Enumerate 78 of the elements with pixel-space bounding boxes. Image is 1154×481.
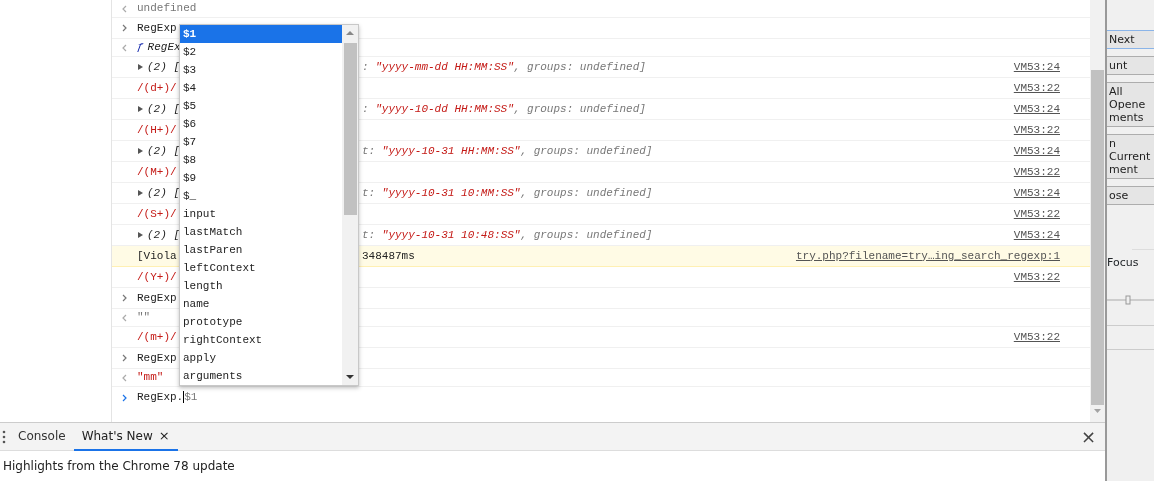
source-link[interactable]: VM53:22 xyxy=(1013,205,1060,223)
source-link[interactable]: VM53:24 xyxy=(1013,226,1060,244)
log-text: RegExp xyxy=(137,20,177,36)
source-link[interactable]: VM53:22 xyxy=(1013,79,1060,97)
suggestion-item[interactable]: name xyxy=(180,295,342,313)
log-text: (2) [ xyxy=(147,59,180,75)
source-link[interactable]: VM53:24 xyxy=(1013,58,1060,76)
source-link[interactable]: VM53:24 xyxy=(1013,184,1060,202)
log-text: "" xyxy=(137,310,151,326)
suggestion-item[interactable]: $6 xyxy=(180,115,342,133)
log-text: /(m+)/ xyxy=(137,329,177,345)
log-text: : "yyyy-10-dd HH:MM:SS", groups: undefined] xyxy=(362,101,647,117)
suggestion-item[interactable]: $2 xyxy=(180,43,342,61)
suggestion-item[interactable]: $3 xyxy=(180,61,342,79)
focus-label: Focus xyxy=(1107,255,1139,271)
suggestion-item[interactable]: leftContext xyxy=(180,259,342,277)
suggestion-item[interactable]: $_ xyxy=(180,187,342,205)
suggestion-item[interactable]: lastMatch xyxy=(180,223,342,241)
dialog-button[interactable]: n Current ment xyxy=(1107,134,1154,179)
log-text: /(H+)/ xyxy=(137,122,177,138)
source-link[interactable]: VM53:24 xyxy=(1013,100,1060,118)
suggestion-item[interactable]: $9 xyxy=(180,169,342,187)
close-button[interactable]: × xyxy=(1080,423,1096,450)
suggestion-item[interactable]: $1 xyxy=(180,25,342,43)
suggestion-item[interactable]: lastParen xyxy=(180,241,342,259)
expand-arrow-icon[interactable] xyxy=(137,63,144,71)
log-text: RegEx xyxy=(147,40,181,56)
dialog-button[interactable]: unt xyxy=(1107,56,1154,75)
slider-drawing[interactable] xyxy=(1107,293,1154,306)
log-text: "mm" xyxy=(137,370,164,386)
dialog-button[interactable]: All Opene ments xyxy=(1107,82,1154,127)
source-link[interactable]: VM53:22 xyxy=(1013,121,1060,139)
log-text: t: "yyyy-10-31 10:MM:SS", groups: undefined] xyxy=(362,185,654,201)
suggestion-item[interactable]: apply xyxy=(180,349,342,367)
expand-arrow-icon[interactable] xyxy=(137,189,144,197)
highlights-text: Highlights from the Chrome 78 update xyxy=(2,458,236,475)
source-link[interactable]: VM53:22 xyxy=(1013,163,1060,181)
source-link[interactable]: VM53:24 xyxy=(1013,142,1060,160)
log-text: t: "yyyy-10-31 HH:MM:SS", groups: undefined] xyxy=(362,143,654,159)
suggestion-item[interactable]: $5 xyxy=(180,97,342,115)
log-text: /(S+)/ xyxy=(137,206,177,222)
drawer-tab[interactable]: What's New × xyxy=(73,422,178,451)
suggestion-item[interactable]: input xyxy=(180,205,342,223)
log-text: (2) [ xyxy=(147,185,180,201)
log-text: RegExp xyxy=(137,350,177,366)
drawer-tab[interactable]: Console xyxy=(10,422,74,451)
suggestion-item[interactable]: $4 xyxy=(180,79,342,97)
source-link[interactable]: try.php?filename=try…ing_search_regexp:1 xyxy=(795,247,1060,265)
log-text: : "yyyy-mm-dd HH:MM:SS", groups: undefined] xyxy=(362,59,647,75)
log-text: 348487ms xyxy=(362,248,416,264)
log-text: /(Y+)/ xyxy=(137,269,177,285)
log-text: RegExp xyxy=(137,290,177,306)
log-text: undefined xyxy=(137,1,197,17)
close-tab-button[interactable]: × xyxy=(158,425,170,446)
suggestion-item[interactable]: length xyxy=(180,277,342,295)
log-text: /(d+)/ xyxy=(137,80,177,96)
dialog-button[interactable]: Next xyxy=(1107,30,1154,49)
console-input[interactable]: RegExp.$1 xyxy=(137,389,198,406)
suggestion-item[interactable]: prototype xyxy=(180,313,342,331)
expand-arrow-icon[interactable] xyxy=(137,147,144,155)
source-link[interactable]: VM53:22 xyxy=(1013,268,1060,286)
dialog-button[interactable]: ose xyxy=(1107,186,1154,205)
log-text: t: "yyyy-10-31 10:48:SS", groups: undefined] xyxy=(362,227,654,243)
suggestion-item[interactable]: rightContext xyxy=(180,331,342,349)
suggestion-item[interactable]: $8 xyxy=(180,151,342,169)
menu-scrollbar[interactable] xyxy=(342,25,358,385)
log-text: [Viola xyxy=(137,248,177,264)
expand-arrow-icon[interactable] xyxy=(137,231,144,239)
function-icon: ƒ xyxy=(137,39,144,56)
suggestion-item[interactable]: arguments xyxy=(180,367,342,385)
log-text: (2) [ xyxy=(147,143,180,159)
log-text: (2) [ xyxy=(147,227,180,243)
source-link[interactable]: VM53:22 xyxy=(1013,328,1060,346)
scrollbar[interactable] xyxy=(1090,0,1105,422)
suggestion-item[interactable]: $7 xyxy=(180,133,342,151)
log-text: /(M+)/ xyxy=(137,164,177,180)
log-text: (2) [ xyxy=(147,101,180,117)
expand-arrow-icon[interactable] xyxy=(137,105,144,113)
